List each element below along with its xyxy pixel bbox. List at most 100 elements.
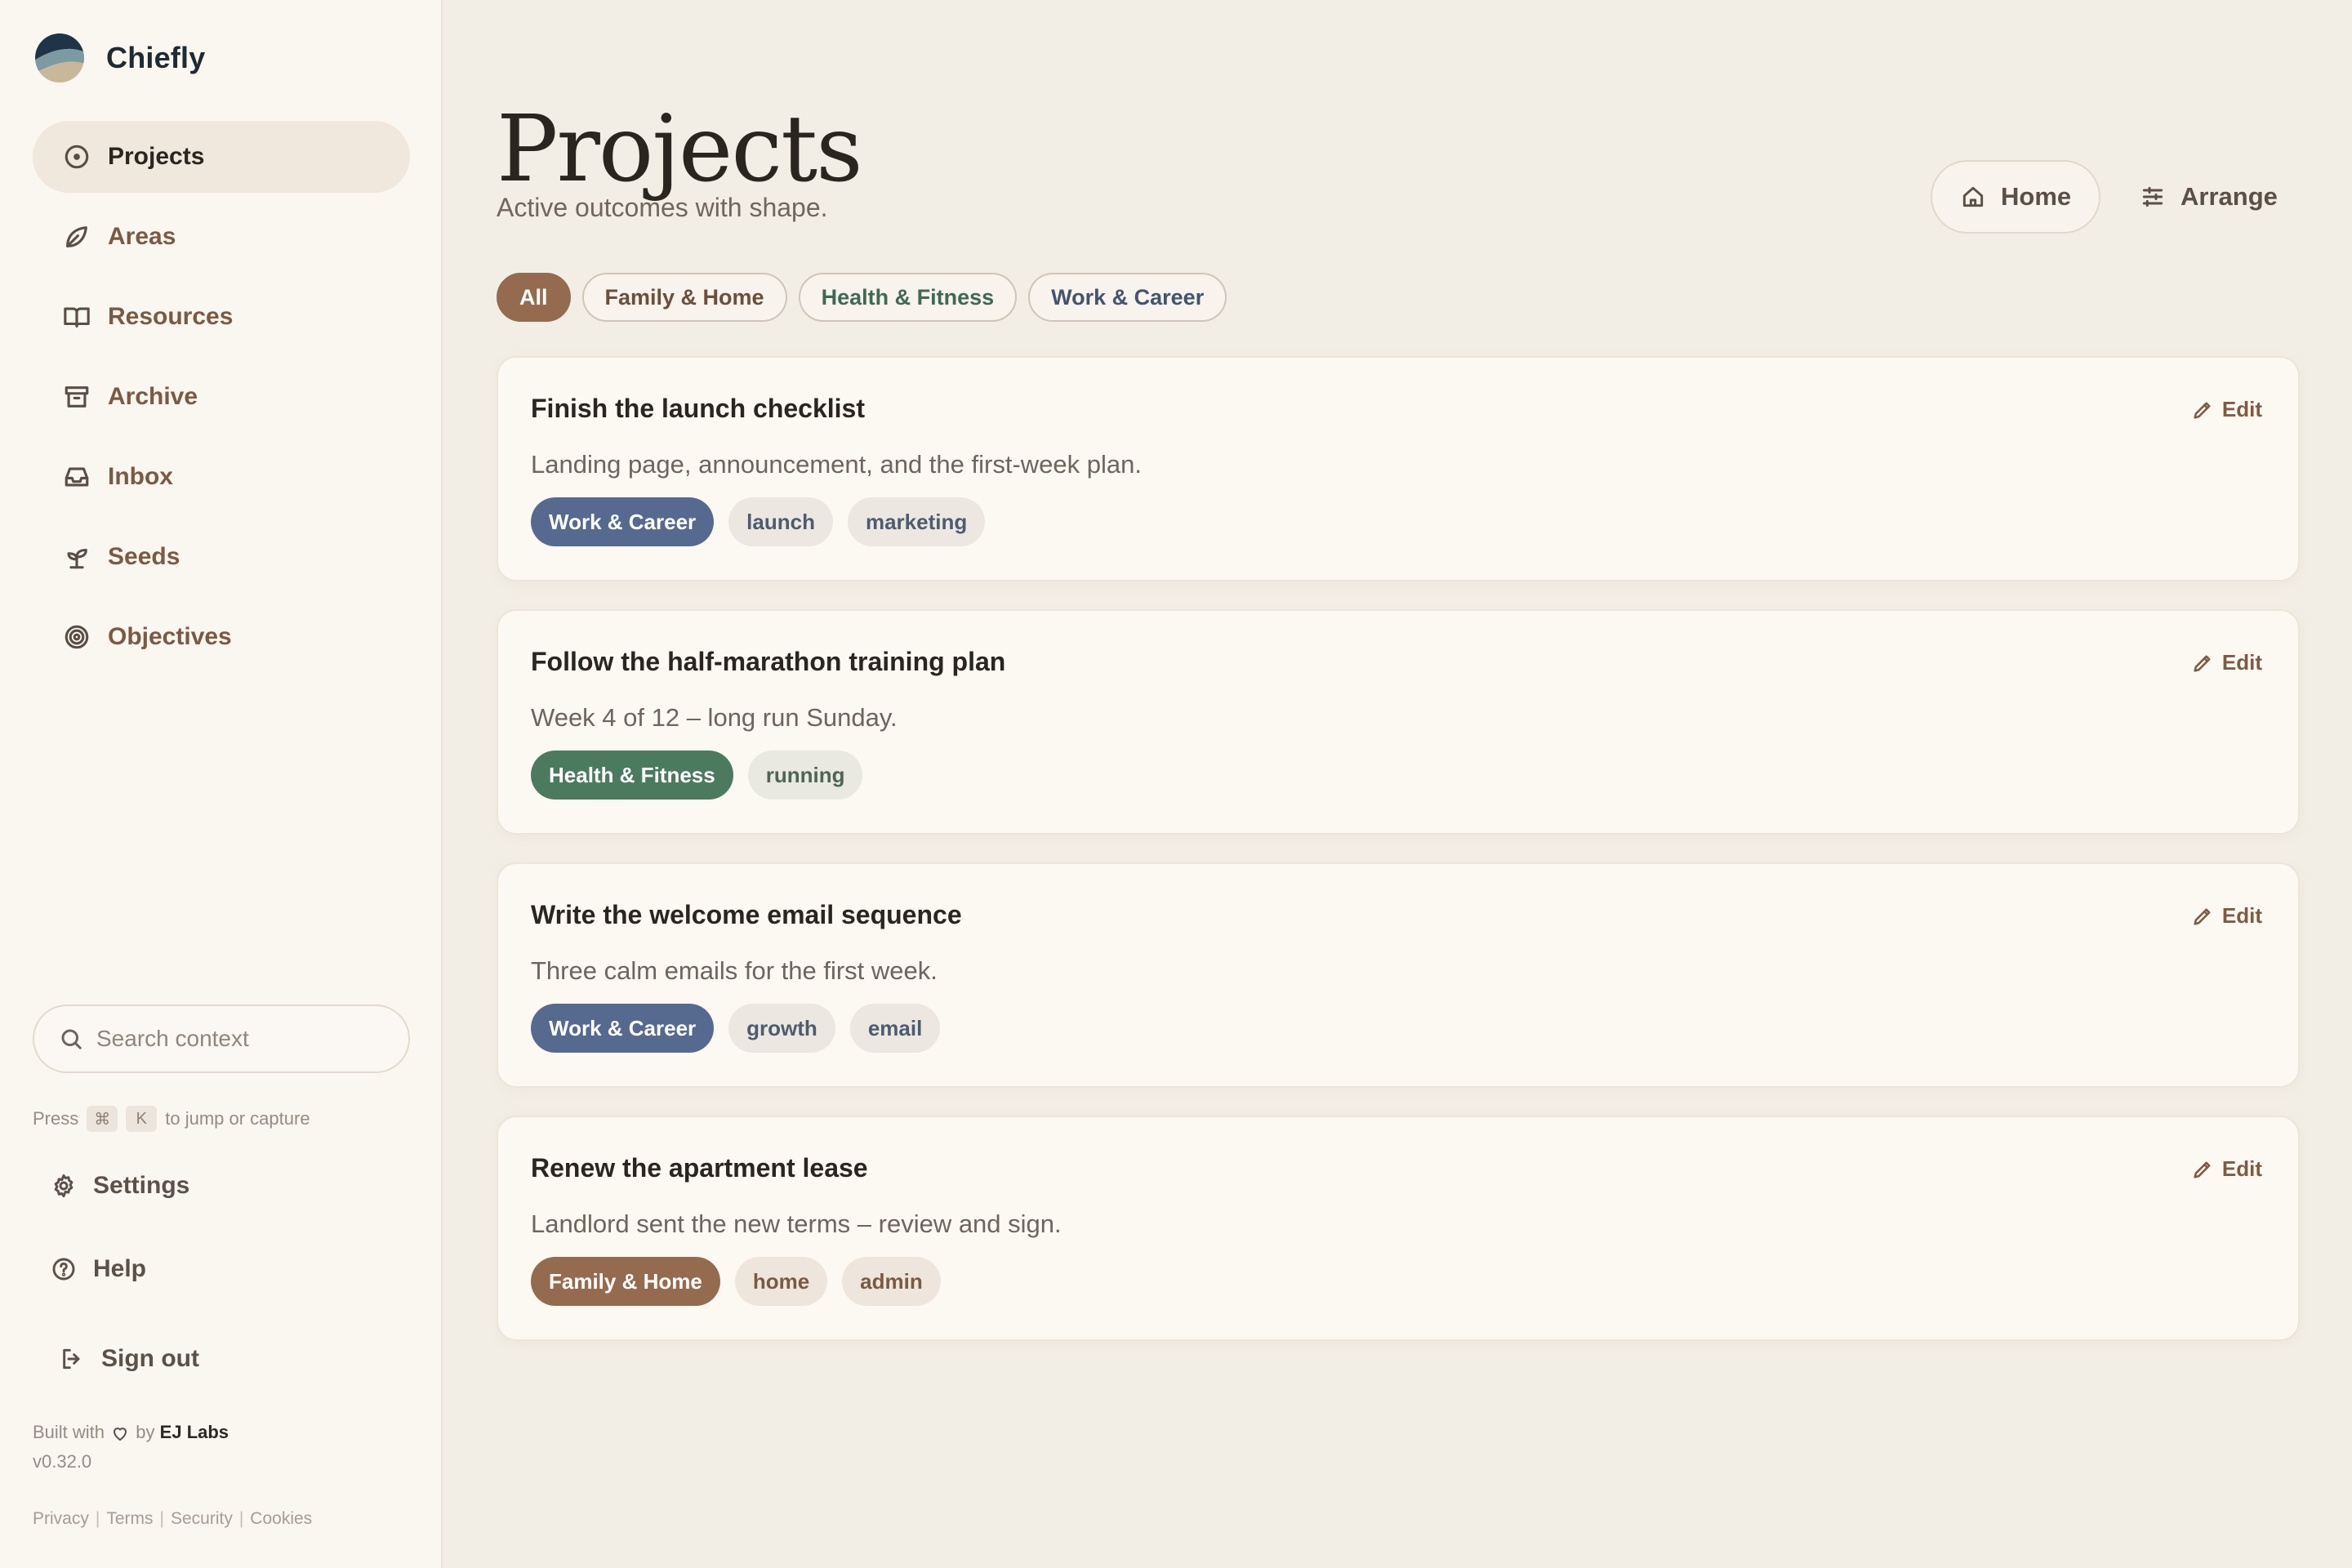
sidebar-item-label: Resources (108, 303, 234, 330)
area-badge[interactable]: Family & Home (531, 1257, 720, 1306)
gear-icon (54, 1174, 74, 1198)
built-prefix: Built with (33, 1422, 105, 1442)
privacy-link[interactable]: Privacy (33, 1509, 89, 1529)
sidebar-item-seeds[interactable]: Seeds (33, 521, 410, 593)
shortcut-hint: Press ⌘ K to jump or capture (33, 1106, 310, 1132)
app-name: Chiefly (106, 41, 206, 74)
sidebar-item-label: Archive (108, 383, 198, 410)
tag-chip[interactable]: home (734, 1257, 828, 1306)
page-subtitle: Active outcomes with shape. (497, 193, 828, 222)
book-open-icon (60, 301, 93, 333)
brand[interactable]: Chiefly (34, 31, 205, 85)
sidebar-item-projects[interactable]: Projects (33, 121, 410, 193)
project-title: Follow the half-marathon training plan (531, 647, 1006, 676)
sidebar-item-archive[interactable]: Archive (33, 361, 410, 433)
pencil-icon (2194, 402, 2211, 419)
built-with: Built with by EJ Labs v0.32.0 (33, 1418, 229, 1477)
sidebar-item-inbox[interactable]: Inbox (33, 441, 410, 513)
terms-link[interactable]: Terms (106, 1509, 153, 1529)
tag-chip[interactable]: email (849, 1004, 941, 1053)
edit-label: Edit (2221, 650, 2262, 675)
project-card[interactable]: Write the welcome email sequence Three c… (497, 862, 2300, 1088)
filter-chip-health-fitness[interactable]: Health & Fitness (798, 273, 1018, 322)
sidebar-item-resources[interactable]: Resources (33, 281, 410, 353)
help-label: Help (93, 1255, 147, 1282)
search-input[interactable] (96, 1026, 390, 1052)
edit-label: Edit (2221, 1156, 2262, 1181)
project-tags: Health & Fitness running (531, 751, 2265, 800)
arrange-button[interactable]: Arrange (2112, 160, 2305, 234)
sign-out-button[interactable]: Sign out (33, 1326, 410, 1392)
tag-chip[interactable]: launch (728, 497, 833, 546)
chiefly-logo-icon (35, 33, 84, 82)
sidebar: Chiefly Projects Areas Resources Archive (0, 0, 443, 1568)
edit-label: Edit (2221, 397, 2262, 421)
cookies-link[interactable]: Cookies (250, 1509, 312, 1529)
search-field[interactable] (33, 1004, 410, 1073)
sliders-icon (2142, 186, 2163, 207)
hint-suffix: to jump or capture (165, 1108, 310, 1129)
pencil-icon (2194, 655, 2211, 672)
built-by: by (136, 1422, 155, 1442)
settings-button[interactable]: Settings (33, 1153, 410, 1218)
filter-chip-all[interactable]: All (497, 273, 571, 322)
project-card[interactable]: Renew the apartment lease Landlord sent … (497, 1116, 2300, 1341)
kbd-command: ⌘ (87, 1106, 118, 1132)
edit-button[interactable]: Edit (2191, 903, 2262, 929)
arrange-label: Arrange (2180, 182, 2278, 211)
home-button[interactable]: Home (1931, 160, 2101, 234)
company-name[interactable]: EJ Labs (160, 1422, 229, 1442)
sign-out-icon (63, 1348, 80, 1370)
sidebar-item-label: Projects (108, 143, 205, 170)
edit-label: Edit (2221, 903, 2262, 928)
project-description: Landing page, announcement, and the firs… (531, 450, 1142, 479)
area-badge[interactable]: Work & Career (531, 1004, 715, 1053)
area-filters: All Family & Home Health & Fitness Work … (497, 273, 1227, 322)
sidebar-item-label: Areas (108, 223, 176, 250)
page-title: Projects (497, 96, 863, 203)
version-label: v0.32.0 (33, 1451, 92, 1472)
help-button[interactable]: Help (33, 1236, 410, 1302)
sidebar-item-label: Seeds (108, 543, 180, 570)
area-badge[interactable]: Health & Fitness (531, 751, 733, 800)
legal-links: Privacy | Terms | Security | Cookies (33, 1509, 312, 1529)
sidebar-item-label: Inbox (108, 463, 173, 490)
main-content: Projects Active outcomes with shape. Hom… (497, 0, 2301, 1568)
project-card[interactable]: Follow the half-marathon training plan W… (497, 609, 2300, 835)
help-circle-icon (52, 1258, 75, 1281)
security-link[interactable]: Security (171, 1509, 233, 1529)
project-tags: Work & Career growth email (531, 1004, 2265, 1053)
project-title: Renew the apartment lease (531, 1153, 868, 1183)
edit-button[interactable]: Edit (2191, 1156, 2262, 1182)
settings-label: Settings (93, 1172, 190, 1199)
tag-chip[interactable]: marketing (847, 497, 986, 546)
sign-out-label: Sign out (101, 1345, 199, 1372)
hint-prefix: Press (33, 1108, 79, 1129)
project-description: Three calm emails for the first week. (531, 956, 938, 985)
filter-chip-family-home[interactable]: Family & Home (581, 273, 787, 322)
tag-chip[interactable]: running (747, 751, 863, 800)
pencil-icon (2194, 908, 2211, 925)
project-list: Finish the launch checklist Landing page… (497, 356, 2300, 1369)
tag-chip[interactable]: growth (728, 1004, 835, 1053)
filter-chip-work-career[interactable]: Work & Career (1028, 273, 1227, 322)
project-card[interactable]: Finish the launch checklist Landing page… (497, 356, 2300, 581)
bullseye-icon (60, 621, 93, 653)
kbd-k: K (126, 1106, 158, 1132)
home-icon (1962, 186, 1984, 207)
sidebar-item-objectives[interactable]: Objectives (33, 601, 410, 673)
sidebar-item-areas[interactable]: Areas (33, 201, 410, 273)
edit-button[interactable]: Edit (2191, 650, 2262, 675)
bottom-nav: Settings Help Sign out (33, 1153, 410, 1392)
home-label: Home (2001, 182, 2072, 211)
project-tags: Family & Home home admin (531, 1257, 2265, 1306)
archive-box-icon (60, 381, 93, 413)
edit-button[interactable]: Edit (2191, 397, 2262, 422)
area-badge[interactable]: Work & Career (531, 497, 715, 546)
separator: | (95, 1509, 100, 1528)
tag-chip[interactable]: admin (842, 1257, 941, 1306)
main-nav: Projects Areas Resources Archive Inbox S… (33, 121, 410, 681)
project-title: Write the welcome email sequence (531, 900, 962, 929)
sprout-icon (60, 541, 93, 573)
project-description: Week 4 of 12 – long run Sunday. (531, 703, 898, 732)
